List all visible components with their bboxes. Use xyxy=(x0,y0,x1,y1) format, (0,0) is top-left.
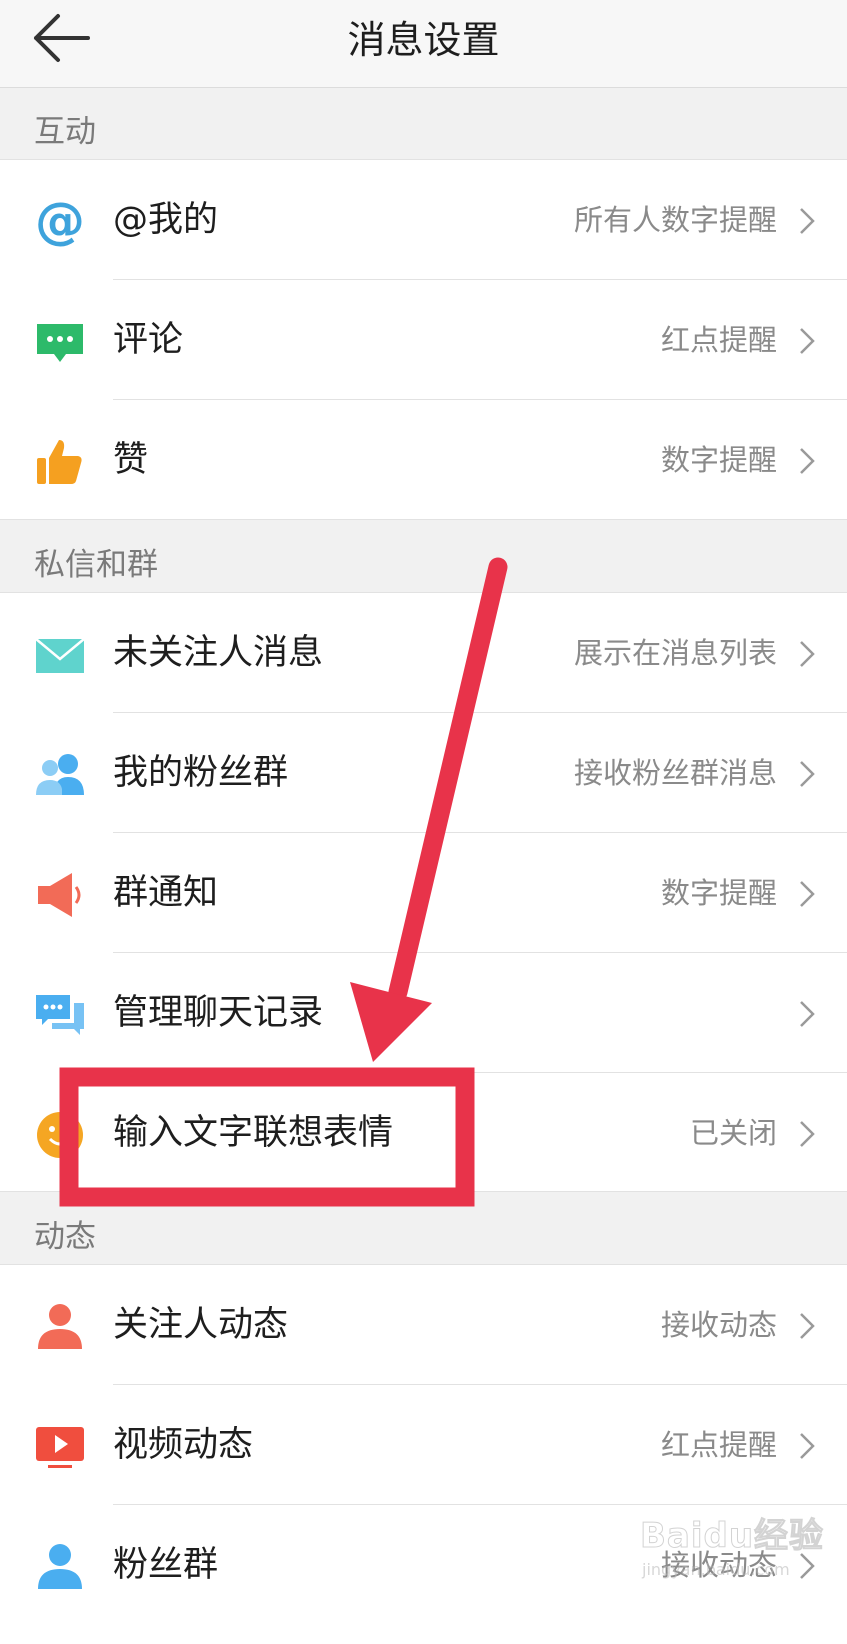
setting-value: 数字提醒 xyxy=(660,443,777,477)
chevron-right-icon xyxy=(800,881,815,907)
chevron-right-icon xyxy=(800,1313,815,1339)
page-title: 消息设置 xyxy=(347,18,500,62)
setting-label: 赞 xyxy=(113,440,149,480)
setting-label: @我的 xyxy=(113,200,219,240)
section-label-messages-groups: 私信和群 xyxy=(34,547,158,583)
setting-label: 输入文字联想表情 xyxy=(113,1113,394,1153)
comment-icon xyxy=(34,316,86,368)
person-icon xyxy=(34,1301,86,1353)
at-icon: @ xyxy=(34,196,86,248)
video-icon xyxy=(34,1421,86,1473)
envelope-icon xyxy=(34,629,86,681)
watermark-logo: Baidu经验 xyxy=(639,1516,825,1557)
chevron-right-icon xyxy=(800,1433,815,1459)
section-label-feeds: 动态 xyxy=(34,1219,96,1255)
setting-row-group-notifications[interactable]: 群通知 数字提醒 xyxy=(0,833,847,953)
chevron-right-icon xyxy=(800,448,815,474)
setting-label: 评论 xyxy=(113,320,184,360)
chevron-right-icon xyxy=(800,1001,815,1027)
setting-label: 群通知 xyxy=(113,873,219,913)
setting-row-manage-chat-history[interactable]: 管理聊天记录 xyxy=(0,953,847,1073)
chevron-right-icon xyxy=(800,328,815,354)
emoji-icon xyxy=(34,1109,86,1161)
title-bar: 消息设置 xyxy=(0,0,847,88)
setting-row-comments[interactable]: 评论 红点提醒 xyxy=(0,280,847,400)
chevron-right-icon xyxy=(800,641,815,667)
watermark-url: jingyan.baidu.com xyxy=(642,1560,790,1579)
setting-row-following-feed[interactable]: 关注人动态 接收动态 xyxy=(0,1265,847,1385)
setting-row-video-feed[interactable]: 视频动态 红点提醒 xyxy=(0,1385,847,1505)
back-arrow-icon xyxy=(34,14,90,62)
section-label-interaction: 互动 xyxy=(34,114,96,150)
setting-label: 视频动态 xyxy=(113,1425,254,1465)
setting-label: 粉丝群 xyxy=(113,1545,219,1585)
setting-row-emoji-suggestions[interactable]: 输入文字联想表情 已关闭 xyxy=(0,1073,847,1193)
setting-row-my-fan-groups[interactable]: 我的粉丝群 接收粉丝群消息 xyxy=(0,713,847,833)
thumbs-up-icon xyxy=(34,436,86,488)
fans-group-icon xyxy=(34,749,86,801)
fans-icon xyxy=(34,1541,86,1593)
setting-label: 我的粉丝群 xyxy=(113,753,289,793)
setting-value: 所有人数字提醒 xyxy=(573,203,777,237)
setting-value: 展示在消息列表 xyxy=(573,636,777,670)
setting-value: 已关闭 xyxy=(689,1116,777,1150)
setting-row-likes[interactable]: 赞 数字提醒 xyxy=(0,400,847,520)
chevron-right-icon xyxy=(800,1121,815,1147)
back-button[interactable] xyxy=(26,8,98,80)
setting-row-stranger-messages[interactable]: 未关注人消息 展示在消息列表 xyxy=(0,593,847,713)
speaker-icon xyxy=(34,869,86,921)
setting-value: 接收动态 xyxy=(660,1308,777,1342)
chevron-right-icon xyxy=(800,208,815,234)
baidu-jingyan-watermark: Baidu经验 jingyan.baidu.com xyxy=(639,1508,840,1588)
svg-text:@: @ xyxy=(35,196,85,248)
setting-label: 未关注人消息 xyxy=(113,633,324,673)
setting-label: 管理聊天记录 xyxy=(113,993,324,1033)
setting-value: 接收粉丝群消息 xyxy=(573,756,777,790)
chat-bubbles-icon xyxy=(34,989,86,1041)
chevron-right-icon xyxy=(800,761,815,787)
setting-row-mentions[interactable]: @ @我的 所有人数字提醒 xyxy=(0,160,847,280)
setting-value: 红点提醒 xyxy=(660,323,777,357)
section-messages-groups: 未关注人消息 展示在消息列表 我的粉丝群 接收粉丝群消息 群通知 数字提醒 管理… xyxy=(0,592,847,1192)
setting-value: 数字提醒 xyxy=(660,876,777,910)
setting-label: 关注人动态 xyxy=(113,1305,289,1345)
setting-value: 红点提醒 xyxy=(660,1428,777,1462)
section-interaction: @ @我的 所有人数字提醒 评论 红点提醒 赞 数字提醒 xyxy=(0,159,847,520)
